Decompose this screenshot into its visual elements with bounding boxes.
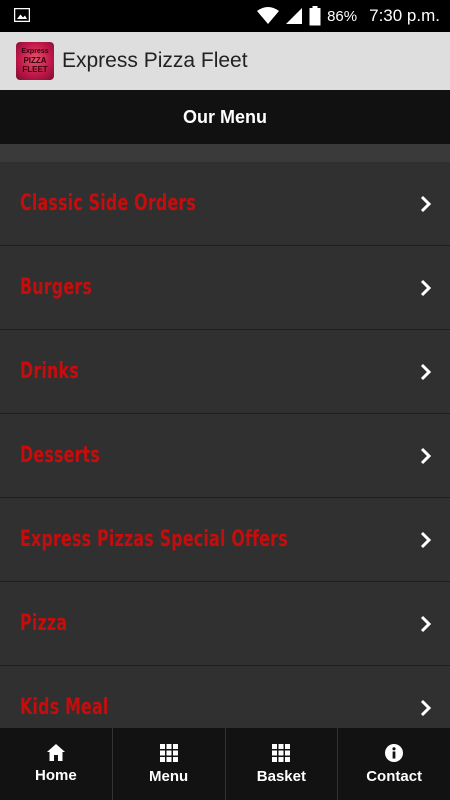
menu-item-drinks[interactable]: Drinks <box>0 330 450 414</box>
chevron-right-icon <box>420 279 432 297</box>
home-icon <box>46 744 65 761</box>
gallery-icon <box>14 8 30 22</box>
logo-line-2: PIZZA <box>23 56 47 65</box>
menu-list: Classic Side Orders Burgers Drinks Desse… <box>0 162 450 750</box>
app-logo: Express PIZZA FLEET <box>16 42 54 80</box>
page-header: Our Menu <box>0 90 450 144</box>
chevron-right-icon <box>420 447 432 465</box>
grid-icon <box>272 743 291 762</box>
nav-contact[interactable]: Contact <box>338 728 450 800</box>
chevron-right-icon <box>420 699 432 717</box>
signal-icon <box>286 8 303 24</box>
battery-percent: 86% <box>327 7 358 25</box>
clock: 7:30 p.m. <box>369 6 440 25</box>
menu-item-classic-side-orders[interactable]: Classic Side Orders <box>0 162 450 246</box>
grid-icon <box>159 743 178 762</box>
menu-item-pizza[interactable]: Pizza <box>0 582 450 666</box>
menu-item-label: Express Pizzas Special Offers <box>20 527 288 552</box>
chevron-right-icon <box>420 363 432 381</box>
page-title: Our Menu <box>183 106 267 127</box>
app-bar: Express PIZZA FLEET Express Pizza Fleet <box>0 32 450 90</box>
menu-item-desserts[interactable]: Desserts <box>0 414 450 498</box>
nav-home[interactable]: Home <box>0 728 113 800</box>
menu-item-special-offers[interactable]: Express Pizzas Special Offers <box>0 498 450 582</box>
nav-basket-label: Basket <box>256 767 306 785</box>
menu-item-label: Drinks <box>20 359 79 384</box>
logo-line-1: Express <box>21 48 49 55</box>
bottom-nav: Home Menu Basket Contact <box>0 728 450 800</box>
menu-item-burgers[interactable]: Burgers <box>0 246 450 330</box>
menu-item-label: Pizza <box>20 611 68 636</box>
menu-item-label: Classic Side Orders <box>20 191 197 216</box>
status-bar: 86% 7:30 p.m. <box>0 0 450 32</box>
app-title: Express Pizza Fleet <box>62 49 248 72</box>
chevron-right-icon <box>420 615 432 633</box>
info-icon <box>385 743 404 762</box>
nav-basket[interactable]: Basket <box>226 728 339 800</box>
nav-menu-label: Menu <box>149 767 189 785</box>
nav-home-label: Home <box>35 767 77 784</box>
chevron-right-icon <box>420 195 432 213</box>
nav-menu[interactable]: Menu <box>113 728 226 800</box>
wifi-icon <box>257 7 280 24</box>
nav-contact-label: Contact <box>366 767 423 785</box>
menu-item-label: Desserts <box>20 443 101 468</box>
battery-icon <box>309 6 321 26</box>
menu-item-label: Burgers <box>20 275 92 300</box>
header-spacer <box>0 144 450 162</box>
logo-line-3: FLEET <box>22 65 48 74</box>
chevron-right-icon <box>420 531 432 549</box>
